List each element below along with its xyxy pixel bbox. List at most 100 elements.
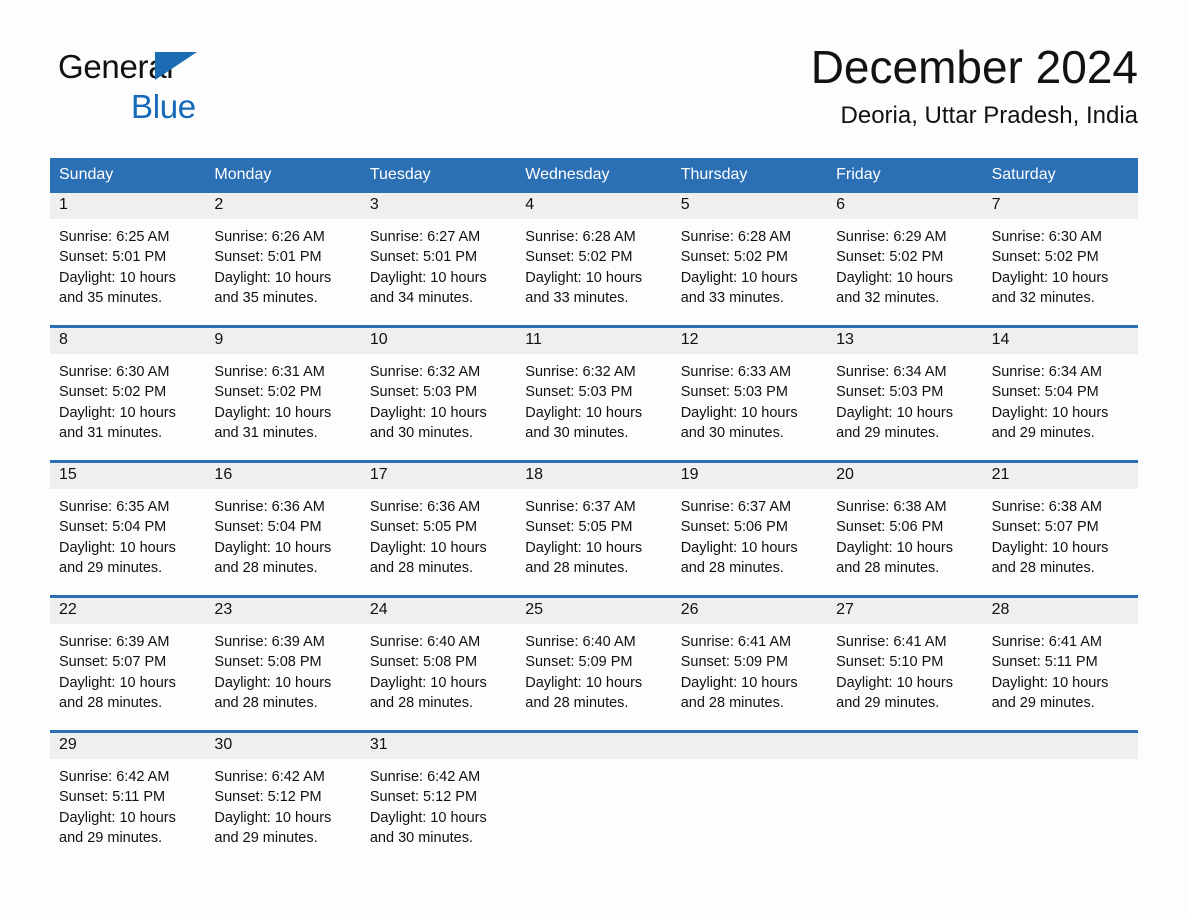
daylight-text-line1: Daylight: 10 hours bbox=[214, 674, 332, 691]
day-cell[interactable]: 3 Sunrise: 6:27 AM Sunset: 5:01 PM Daylight… bbox=[360, 193, 517, 325]
sunrise-text: Sunrise: 6:39 AM bbox=[214, 634, 325, 650]
day-cell[interactable]: 20 Sunrise: 6:38 AM Sunset: 5:06 PM Dayligh… bbox=[827, 463, 983, 595]
day-cell[interactable]: 27 Sunrise: 6:41 AM Sunset: 5:10 PM Dayligh… bbox=[827, 598, 983, 730]
day-cell[interactable]: 18 Sunrise: 6:37 AM Sunset: 5:05 PM Dayligh… bbox=[516, 463, 672, 595]
calendar-page: General Blue December 2024 Deoria, Uttar… bbox=[0, 0, 1188, 918]
daylight-text-line2: and 28 minutes. bbox=[214, 694, 318, 711]
page-title: December 2024 bbox=[810, 41, 1138, 93]
sunrise-text: Sunrise: 6:36 AM bbox=[369, 499, 481, 515]
daylight-text-line2: and 28 minutes. bbox=[525, 694, 629, 711]
daylight-text-line1: Daylight: 10 hours bbox=[369, 404, 487, 421]
daylight-text-line1: Daylight: 10 hours bbox=[369, 809, 487, 826]
day-cell[interactable]: 29 Sunrise: 6:42 AM Sunset: 5:11 PM Dayligh… bbox=[50, 733, 206, 865]
sunset-text: Sunset: 5:01 PM bbox=[59, 249, 167, 266]
daylight-text-line2: and 28 minutes. bbox=[59, 694, 163, 711]
daylight-text-line1: Daylight: 10 hours bbox=[369, 539, 487, 556]
weekday-header-row: Sunday Monday Tuesday Wednesday Thursday… bbox=[50, 158, 1138, 193]
sunset-text: Sunset: 5:02 PM bbox=[214, 384, 322, 401]
day-cell[interactable]: 26 Sunrise: 6:41 AM Sunset: 5:09 PM Dayligh… bbox=[671, 598, 828, 730]
calendar-grid: Sunday Monday Tuesday Wednesday Thursday… bbox=[50, 158, 1138, 865]
day-cell[interactable]: 1 Sunrise: 6:25 AM Sunset: 5:01 PM Daylight… bbox=[50, 193, 206, 325]
daylight-text-line1: Daylight: 10 hours bbox=[214, 269, 332, 286]
week-row: 22 Sunrise: 6:39 AM Sunset: 5:07 PM Dayligh… bbox=[50, 595, 1138, 730]
day-cell[interactable]: 24 Sunrise: 6:40 AM Sunset: 5:08 PM Dayligh… bbox=[360, 598, 517, 730]
sunrise-text: Sunrise: 6:42 AM bbox=[59, 769, 170, 785]
day-cell[interactable]: 15 Sunrise: 6:35 AM Sunset: 5:04 PM Dayligh… bbox=[50, 463, 206, 595]
day-number: 11 bbox=[516, 328, 672, 354]
day-cell[interactable]: 22 Sunrise: 6:39 AM Sunset: 5:07 PM Dayligh… bbox=[50, 598, 206, 730]
weekday-header-thursday: Thursday bbox=[680, 166, 748, 183]
day-number: 13 bbox=[827, 328, 983, 354]
sunrise-text: Sunrise: 6:25 AM bbox=[59, 229, 170, 245]
day-details: Sunrise: 6:31 AM Sunset: 5:02 PM Daylight:… bbox=[205, 354, 360, 443]
day-cell[interactable]: 21 Sunrise: 6:38 AM Sunset: 5:07 PM Dayligh… bbox=[982, 463, 1138, 595]
sunset-text: Sunset: 5:09 PM bbox=[680, 654, 788, 671]
daylight-text-line2: and 30 minutes. bbox=[525, 424, 629, 441]
day-cell[interactable]: 2 Sunrise: 6:26 AM Sunset: 5:01 PM Daylight… bbox=[205, 193, 361, 325]
day-cell[interactable]: 9 Sunrise: 6:31 AM Sunset: 5:02 PM Daylight… bbox=[205, 328, 361, 460]
day-number bbox=[516, 733, 672, 759]
daylight-text-line2: and 31 minutes. bbox=[59, 424, 163, 441]
sunset-text: Sunset: 5:02 PM bbox=[525, 249, 633, 266]
day-cell[interactable]: 5 Sunrise: 6:28 AM Sunset: 5:02 PM Daylight… bbox=[671, 193, 828, 325]
day-number: 9 bbox=[205, 328, 361, 354]
daylight-text-line1: Daylight: 10 hours bbox=[214, 404, 332, 421]
sunset-text: Sunset: 5:01 PM bbox=[369, 249, 478, 266]
sunrise-text: Sunrise: 6:41 AM bbox=[680, 634, 792, 650]
day-cell[interactable]: 23 Sunrise: 6:39 AM Sunset: 5:08 PM Dayligh… bbox=[205, 598, 361, 730]
day-details: Sunrise: 6:32 AM Sunset: 5:03 PM Daylight:… bbox=[516, 354, 671, 443]
day-cell[interactable]: 4 Sunrise: 6:28 AM Sunset: 5:02 PM Daylight… bbox=[516, 193, 672, 325]
daylight-text-line1: Daylight: 10 hours bbox=[680, 269, 798, 286]
day-cell[interactable]: 6 Sunrise: 6:29 AM Sunset: 5:02 PM Daylight… bbox=[827, 193, 983, 325]
day-cell[interactable]: 16 Sunrise: 6:36 AM Sunset: 5:04 PM Dayligh… bbox=[205, 463, 361, 595]
day-cell[interactable]: 13 Sunrise: 6:34 AM Sunset: 5:03 PM Dayligh… bbox=[827, 328, 983, 460]
day-number: 30 bbox=[205, 733, 361, 759]
daylight-text-line2: and 28 minutes. bbox=[680, 694, 784, 711]
day-cell[interactable]: 17 Sunrise: 6:36 AM Sunset: 5:05 PM Dayligh… bbox=[360, 463, 517, 595]
daylight-text-line2: and 29 minutes. bbox=[991, 694, 1095, 711]
day-number: 31 bbox=[360, 733, 517, 759]
day-cell[interactable]: 25 Sunrise: 6:40 AM Sunset: 5:09 PM Dayligh… bbox=[516, 598, 672, 730]
day-cell[interactable]: 7 Sunrise: 6:30 AM Sunset: 5:02 PM Daylight… bbox=[982, 193, 1138, 325]
day-number bbox=[827, 733, 983, 759]
day-cell[interactable]: 30 Sunrise: 6:42 AM Sunset: 5:12 PM Dayligh… bbox=[205, 733, 361, 865]
day-cell[interactable]: 12 Sunrise: 6:33 AM Sunset: 5:03 PM Dayligh… bbox=[671, 328, 828, 460]
day-details: Sunrise: 6:36 AM Sunset: 5:05 PM Daylight:… bbox=[361, 489, 516, 578]
daylight-text-line1: Daylight: 10 hours bbox=[59, 269, 176, 286]
sunrise-text: Sunrise: 6:35 AM bbox=[59, 499, 170, 515]
general-blue-logo[interactable]: General Blue bbox=[58, 50, 258, 130]
day-number: 19 bbox=[671, 463, 828, 489]
day-cell[interactable]: 8 Sunrise: 6:30 AM Sunset: 5:02 PM Daylight… bbox=[50, 328, 206, 460]
day-cell[interactable]: 19 Sunrise: 6:37 AM Sunset: 5:06 PM Dayligh… bbox=[671, 463, 828, 595]
day-cell[interactable]: 28 Sunrise: 6:41 AM Sunset: 5:11 PM Dayligh… bbox=[982, 598, 1138, 730]
day-cell[interactable]: 11 Sunrise: 6:32 AM Sunset: 5:03 PM Dayligh… bbox=[516, 328, 672, 460]
day-cell[interactable]: 10 Sunrise: 6:32 AM Sunset: 5:03 PM Dayligh… bbox=[360, 328, 517, 460]
day-number: 27 bbox=[827, 598, 983, 624]
sunrise-text: Sunrise: 6:27 AM bbox=[369, 229, 481, 245]
week-row: 1 Sunrise: 6:25 AM Sunset: 5:01 PM Daylight… bbox=[50, 193, 1138, 325]
day-number: 1 bbox=[50, 193, 206, 219]
sunset-text: Sunset: 5:04 PM bbox=[214, 519, 322, 536]
location-subtitle: Deoria, Uttar Pradesh, India bbox=[840, 102, 1138, 130]
daylight-text-line1: Daylight: 10 hours bbox=[680, 539, 798, 556]
day-details: Sunrise: 6:39 AM Sunset: 5:08 PM Daylight:… bbox=[205, 624, 360, 713]
day-details: Sunrise: 6:34 AM Sunset: 5:04 PM Daylight:… bbox=[983, 354, 1138, 443]
day-details: Sunrise: 6:32 AM Sunset: 5:03 PM Daylight:… bbox=[361, 354, 516, 443]
day-number: 14 bbox=[982, 328, 1138, 354]
day-details: Sunrise: 6:28 AM Sunset: 5:02 PM Daylight:… bbox=[516, 219, 671, 308]
sunset-text: Sunset: 5:06 PM bbox=[836, 519, 944, 536]
week-row: 15 Sunrise: 6:35 AM Sunset: 5:04 PM Dayligh… bbox=[50, 460, 1138, 595]
day-number: 20 bbox=[827, 463, 983, 489]
day-cell[interactable]: 31 Sunrise: 6:42 AM Sunset: 5:12 PM Dayligh… bbox=[360, 733, 517, 865]
day-number: 16 bbox=[205, 463, 361, 489]
sunset-text: Sunset: 5:05 PM bbox=[525, 519, 633, 536]
day-number bbox=[671, 733, 828, 759]
sunset-text: Sunset: 5:02 PM bbox=[680, 249, 788, 266]
daylight-text-line1: Daylight: 10 hours bbox=[525, 539, 643, 556]
day-details: Sunrise: 6:26 AM Sunset: 5:01 PM Daylight:… bbox=[205, 219, 360, 308]
daylight-text-line1: Daylight: 10 hours bbox=[214, 539, 332, 556]
daylight-text-line2: and 30 minutes. bbox=[369, 424, 474, 441]
weekday-header-tuesday: Tuesday bbox=[369, 166, 431, 183]
day-cell[interactable]: 14 Sunrise: 6:34 AM Sunset: 5:04 PM Dayligh… bbox=[982, 328, 1138, 460]
daylight-text-line2: and 29 minutes. bbox=[59, 559, 163, 576]
